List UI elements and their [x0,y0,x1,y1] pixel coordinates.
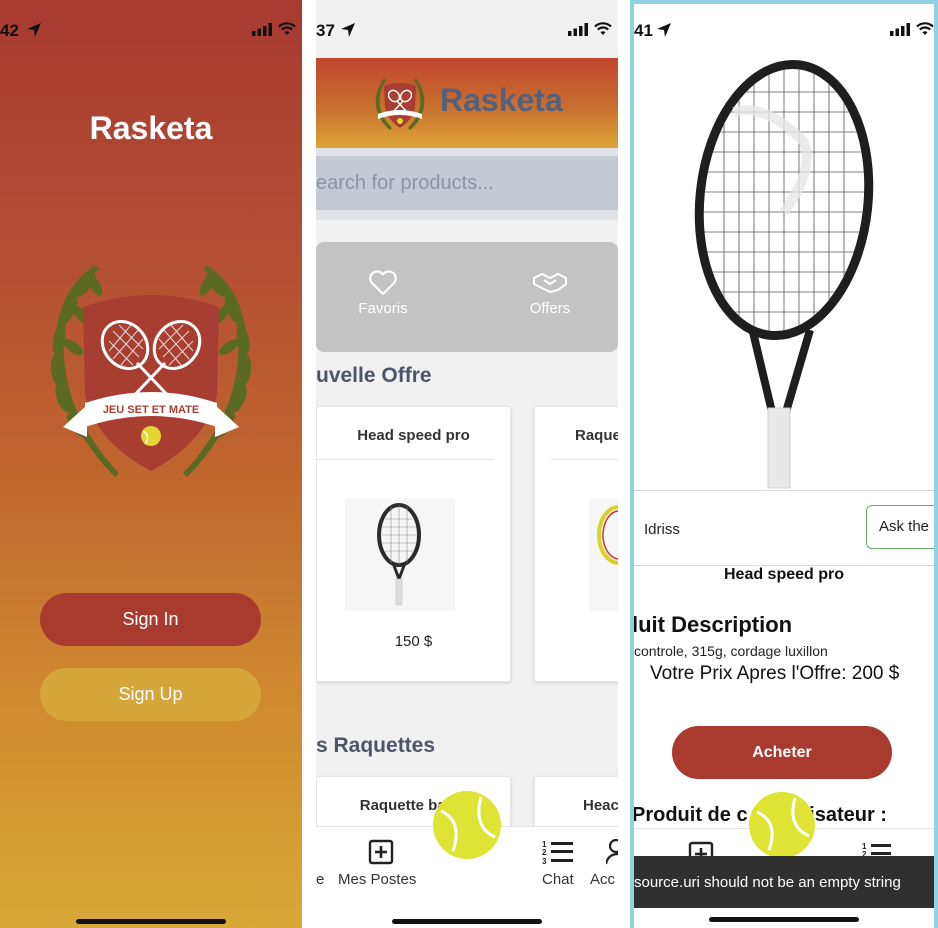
other-products-title-end: lisateur : [803,804,887,826]
home-indicator [709,917,859,922]
tennis-ball-fab[interactable] [749,792,815,858]
offer-price: Votre Prix Apres l'Offre: 200 $ [650,663,900,684]
welcome-screen: 42 Rasketa JEU SET ET MATE Sign In Sign … [0,0,302,928]
plus-square-icon [368,839,394,865]
search-bar: earch for products... [316,148,618,220]
status-bar: 37 [316,18,618,46]
user-icon [606,839,618,865]
product-name: Head speed pro [723,566,845,583]
wifi-icon [278,22,296,35]
tab-chat[interactable]: 123 Chat [538,827,582,907]
error-toast: source.uri should not be an empty string [634,856,934,908]
sign-up-button[interactable]: Sign Up [40,668,261,721]
product-screen-content: 41 Idriss Ask the Head speed pro luit De… [634,4,934,928]
home-indicator [76,919,226,924]
status-icons [890,22,934,36]
quick-actions: Favoris Offers [316,242,618,352]
product-card-title: Raque [575,427,618,444]
seller-row: Idriss Ask the [634,490,934,566]
tab-chat-label: Chat [542,871,574,888]
list-numbered-icon: 123 [542,840,573,865]
other-products-title-start: Produit de c [634,804,748,826]
location-arrow-icon [341,23,355,37]
tab-account-label: Acc [590,871,616,888]
svg-text:2: 2 [542,848,547,857]
screenshot-collage: 42 Rasketa JEU SET ET MATE Sign In Sign … [0,0,938,928]
card-divider [551,459,618,460]
seller-name: Idriss [644,521,680,538]
favoris-button[interactable]: Favoris [333,270,433,317]
heart-icon [369,270,397,296]
app-title: Rasketa [89,110,213,146]
card-divider [317,459,494,460]
offers-label: Offers [529,300,571,317]
favoris-label: Favoris [358,300,408,317]
tab-home-label: e [316,871,325,888]
sign-in-button[interactable]: Sign In [40,593,261,646]
crest-logo-small [375,78,425,130]
tab-mes-postes[interactable]: Mes Postes [338,827,448,907]
tab-account[interactable]: Acc [588,827,618,907]
description-text: controle, 315g, cordage luxillon [634,643,828,659]
app-title: Rasketa [440,82,563,118]
status-icons [568,22,612,36]
svg-text:3: 3 [542,857,547,865]
signal-icon [890,23,910,36]
signal-icon [252,23,272,36]
section-title-new-offer: uvelle Offre [316,364,432,387]
location-arrow-icon [27,23,41,37]
home-indicator [392,919,542,924]
product-image [634,52,934,490]
tennis-ball-fab[interactable] [433,791,501,859]
status-icons [252,22,296,36]
home-screen: 37 Rasketa earch for products... Favoris… [316,0,618,928]
racket-image [589,499,618,611]
status-bar: 41 [634,18,934,46]
racket-image [345,499,455,611]
crest-banner-text: JEU SET ET MATE [103,404,199,416]
status-time: 42 [0,21,19,40]
ask-seller-button[interactable]: Ask the [866,505,934,549]
section-title-racquets: s Raquettes [316,734,436,757]
signal-icon [568,23,588,36]
wifi-icon [594,22,612,35]
status-bar: 42 [0,18,302,46]
search-input[interactable]: earch for products... [316,156,618,210]
product-screen: 41 Idriss Ask the Head speed pro luit De… [630,0,938,928]
wifi-icon [916,22,934,35]
status-time: 41 [634,21,653,40]
tennis-ball-icon [440,796,496,852]
product-card[interactable]: Raque [534,406,618,682]
product-card-title: Head speed pro [357,427,470,444]
app-header: Rasketa [316,58,618,148]
crest-logo: JEU SET ET MATE [50,265,252,477]
tab-mes-postes-label: Mes Postes [338,871,417,888]
buy-button[interactable]: Acheter [672,726,892,779]
product-card-title: Heac [583,797,618,814]
handshake-icon [533,273,567,293]
product-card-price: 150 $ [394,633,433,650]
location-arrow-icon [657,23,671,37]
offers-button[interactable]: Offers [500,270,600,317]
tennis-ball-icon [756,797,810,851]
product-card[interactable]: Head speed pro 150 $ [316,406,511,682]
description-title: luit Description [634,612,793,637]
tab-home[interactable]: e [316,827,336,907]
status-time: 37 [316,21,335,40]
